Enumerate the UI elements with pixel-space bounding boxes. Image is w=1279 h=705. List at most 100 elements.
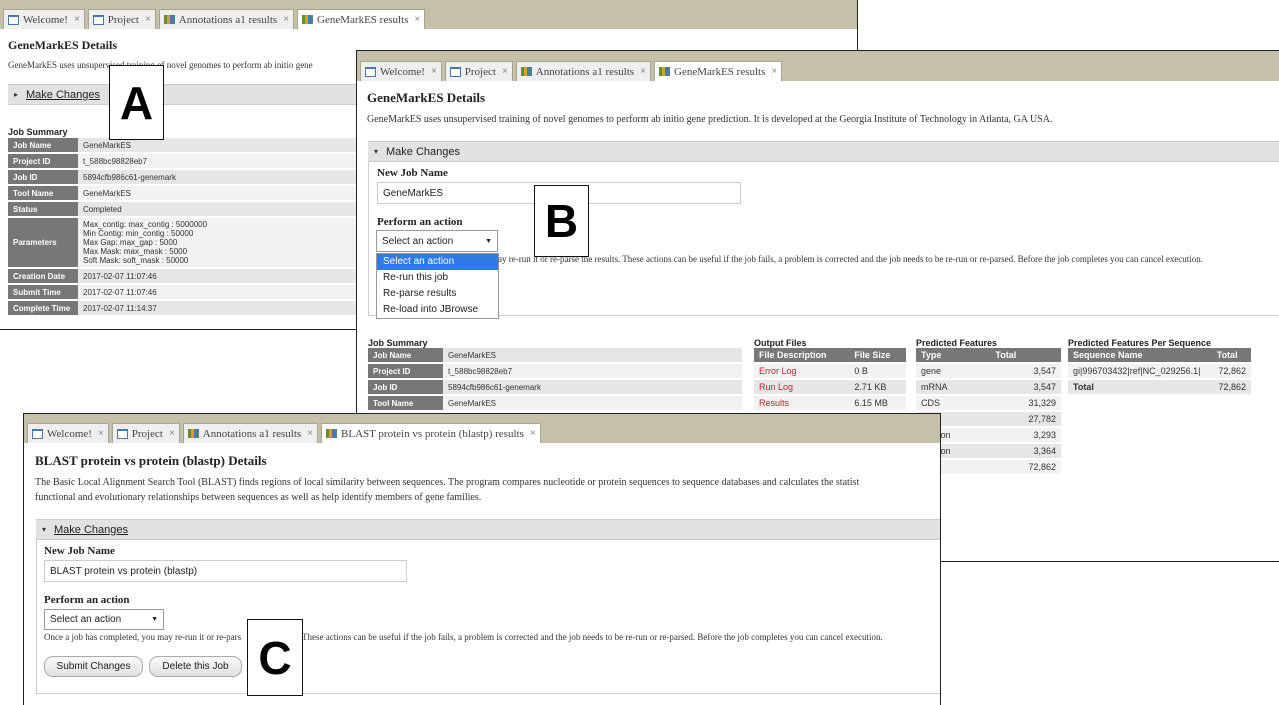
close-icon[interactable]: ×: [98, 428, 104, 439]
table-row: Total 72,862: [1068, 380, 1251, 394]
tab-label: Project: [464, 65, 496, 78]
annotation-icon: [302, 15, 314, 24]
tab-label: Annotations a1 results: [535, 65, 635, 78]
close-icon[interactable]: ×: [169, 428, 175, 439]
dropdown-option[interactable]: Re-run this job: [377, 270, 498, 286]
summary-key: Job Name: [368, 348, 443, 362]
action-help-text: ay re-run it or re-parse the results. Th…: [498, 254, 1204, 264]
col-file-description: File Description: [754, 348, 850, 362]
col-total: Total: [990, 348, 1061, 362]
close-icon[interactable]: ×: [431, 66, 437, 77]
summary-value: Max_contig: max_contig : 5000000 Min Cont…: [78, 218, 356, 267]
summary-value: 5894cfb986c61-genemark: [78, 170, 356, 184]
summary-key: Creation Date: [8, 269, 78, 283]
tab-genemark[interactable]: GeneMarkES results ×: [654, 61, 783, 81]
tab-welcome[interactable]: Welcome! ×: [3, 9, 85, 29]
annotation-icon: [187, 429, 199, 438]
close-icon[interactable]: ×: [283, 14, 289, 25]
page-description-line-1: The Basic Local Alignment Search Tool (B…: [35, 477, 860, 488]
col-sequence-name: Sequence Name: [1068, 348, 1212, 362]
make-changes-bar[interactable]: ▸ Make Changes: [8, 84, 368, 105]
tab-genemark[interactable]: GeneMarkES results ×: [297, 9, 426, 29]
tab-label: GeneMarkES results: [317, 13, 409, 26]
make-changes-link[interactable]: Make Changes: [54, 524, 128, 536]
summary-key: Complete Time: [8, 301, 78, 315]
feature-total: 31,329: [990, 396, 1061, 410]
file-size: 0 B: [849, 364, 906, 378]
submit-changes-button[interactable]: Submit Changes: [44, 656, 143, 677]
action-help-text-right: These actions can be useful if the job f…: [302, 632, 883, 642]
summary-key: Job ID: [8, 170, 78, 184]
parameter-line: Max Gap: max_gap : 5000: [83, 238, 178, 247]
dropdown-option[interactable]: Select an action: [377, 254, 498, 270]
annotation-icon: [163, 15, 175, 24]
new-job-name-label: New Job Name: [44, 545, 115, 557]
tab-project[interactable]: Project ×: [444, 61, 513, 81]
table-row: Results 6.15 MB: [754, 396, 906, 410]
window-icon: [449, 66, 461, 77]
table-row: Run Log 2.71 KB: [754, 380, 906, 394]
file-link[interactable]: Results: [754, 396, 850, 410]
tab-label: Annotations a1 results: [178, 13, 278, 26]
close-icon[interactable]: ×: [771, 66, 777, 77]
action-select-value: Select an action: [50, 614, 122, 625]
parameter-line: Min Contig: min_contig : 50000: [83, 229, 194, 238]
tab-project[interactable]: Project ×: [87, 9, 156, 29]
action-select[interactable]: Select an action ▼: [44, 609, 164, 630]
tab-project[interactable]: Project ×: [111, 423, 180, 443]
tab-annotations[interactable]: Annotations a1 results ×: [182, 423, 319, 443]
sequence-total: 72,862: [1211, 364, 1251, 378]
chevron-down-icon: ▼: [151, 616, 158, 623]
summary-key: Tool Name: [8, 186, 78, 200]
tab-bar: Welcome! × Project × Annotations a1 result…: [357, 51, 1279, 81]
caret-down-icon: ▾: [42, 525, 47, 534]
col-type: Type: [916, 348, 991, 362]
window-icon: [92, 14, 104, 25]
tab-label: Project: [131, 427, 163, 440]
make-changes-link[interactable]: Make Changes: [386, 146, 460, 158]
dropdown-option[interactable]: Re-parse results: [377, 286, 498, 302]
tab-welcome[interactable]: Welcome! ×: [360, 61, 442, 81]
summary-row: Project ID t_588bc98828eb7: [8, 154, 356, 168]
tab-welcome[interactable]: Welcome! ×: [27, 423, 109, 443]
panel-c: Welcome! × Project × Annotations a1 result…: [23, 413, 941, 705]
file-link[interactable]: Error Log: [754, 364, 850, 378]
tab-bar: Welcome! × Project × Annotations a1 result…: [0, 0, 857, 29]
tab-annotations[interactable]: Annotations a1 results ×: [158, 9, 295, 29]
make-changes-bar[interactable]: ▾ Make Changes: [368, 141, 1279, 162]
summary-key: Status: [8, 202, 78, 216]
label-b: B: [534, 185, 589, 257]
close-icon[interactable]: ×: [74, 14, 80, 25]
close-icon[interactable]: ×: [145, 14, 151, 25]
summary-value: GeneMarkES: [78, 186, 356, 200]
tab-blast[interactable]: BLAST protein vs protein (blastp) result…: [321, 423, 541, 443]
close-icon[interactable]: ×: [307, 428, 313, 439]
summary-key: Project ID: [368, 364, 443, 378]
parameter-line: Soft Mask: soft_mask : 50000: [83, 256, 189, 265]
close-icon[interactable]: ×: [414, 14, 420, 25]
delete-job-button[interactable]: Delete this Job: [149, 656, 242, 677]
file-link[interactable]: Run Log: [754, 380, 850, 394]
feature-type: gene: [916, 364, 991, 378]
close-icon[interactable]: ×: [640, 66, 646, 77]
make-changes-bar[interactable]: ▾ Make Changes: [36, 519, 940, 540]
summary-key: Tool Name: [368, 396, 443, 410]
table-row: CDS 31,329: [916, 396, 1061, 410]
new-job-name-label: New Job Name: [377, 167, 448, 179]
action-select[interactable]: Select an action ▼: [376, 230, 498, 252]
window-icon: [8, 14, 19, 25]
make-changes-link[interactable]: Make Changes: [26, 89, 100, 101]
summary-row: Job Name GeneMarkES: [8, 138, 356, 152]
close-icon[interactable]: ×: [530, 428, 536, 439]
new-job-name-input[interactable]: BLAST protein vs protein (blastp): [44, 560, 407, 582]
close-icon[interactable]: ×: [502, 66, 508, 77]
dropdown-option[interactable]: Re-load into JBrowse: [377, 302, 498, 318]
summary-row: Job ID 5894cfb986c61-genemark: [368, 380, 742, 394]
tab-label: BLAST protein vs protein (blastp) result…: [341, 427, 524, 440]
tab-label: GeneMarkES results: [674, 65, 766, 78]
feature-total: 72,862: [990, 460, 1061, 474]
table-row: mRNA 3,547: [916, 380, 1061, 394]
tab-annotations[interactable]: Annotations a1 results ×: [515, 61, 652, 81]
summary-value: Completed: [78, 202, 356, 216]
window-icon: [116, 428, 128, 439]
